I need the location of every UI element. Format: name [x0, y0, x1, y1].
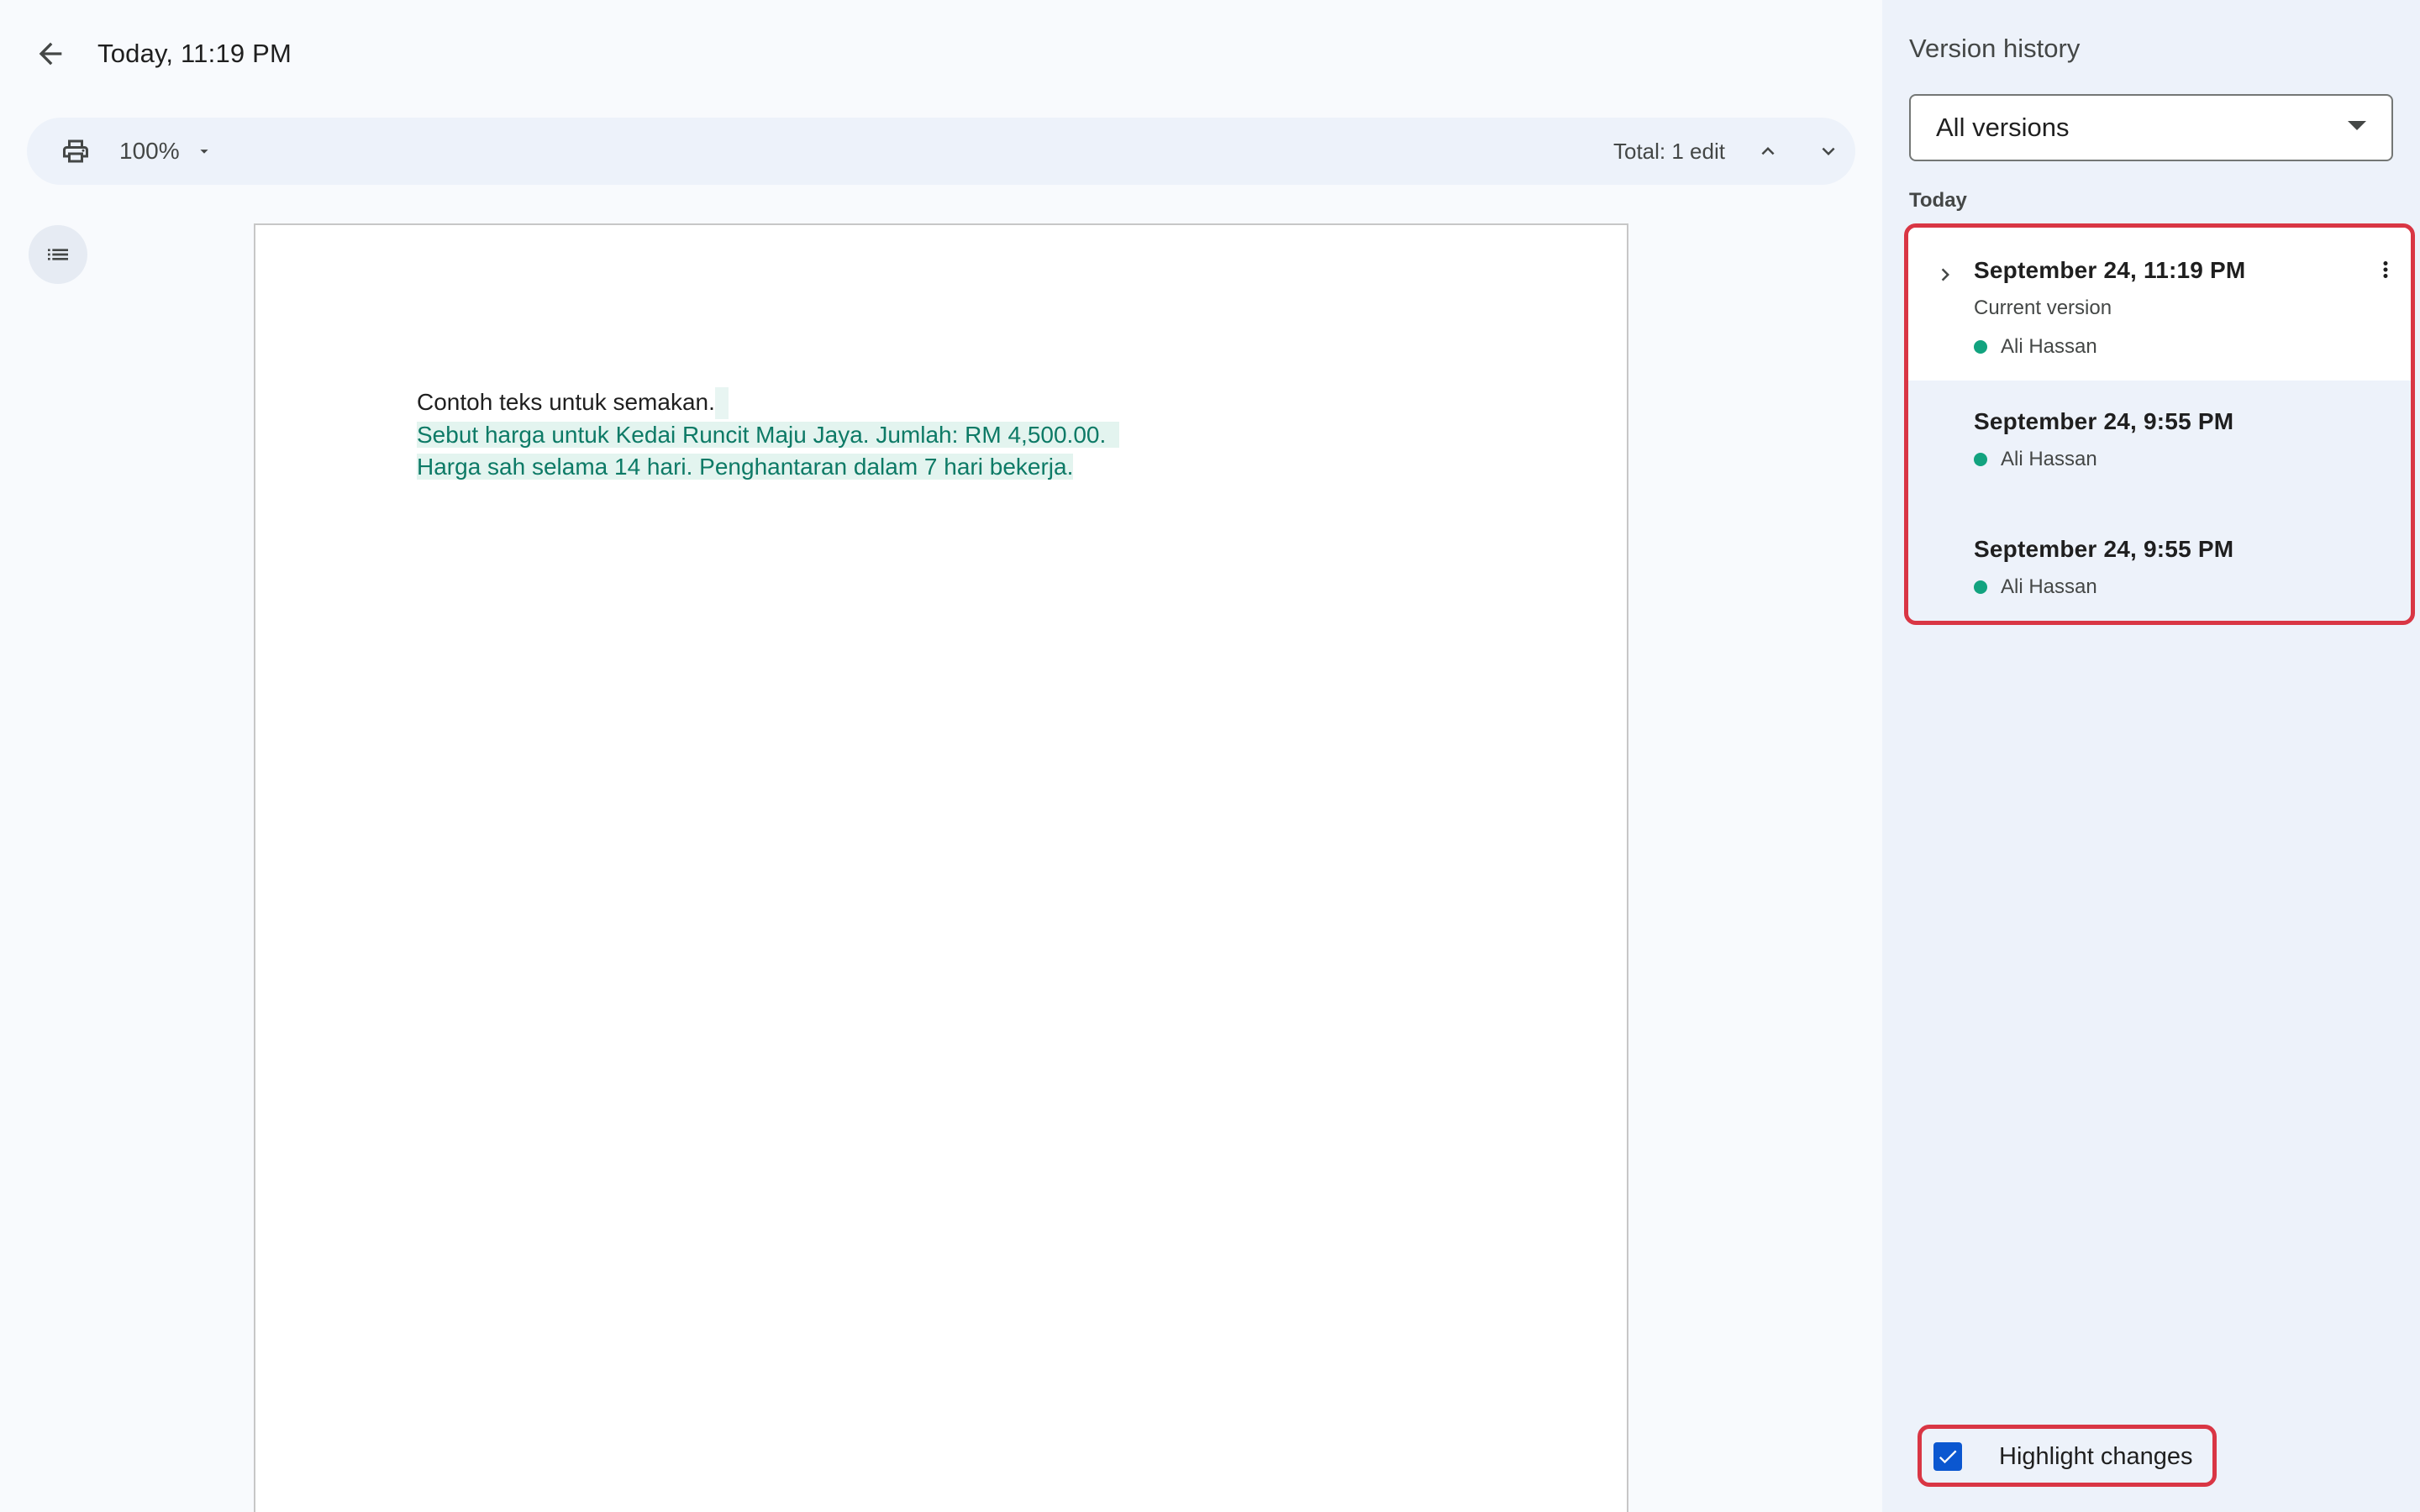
- added-text-line-3: Harga sah selama 14 hari. Penghantaran d…: [417, 454, 1074, 480]
- more-vert-icon: [2383, 261, 2388, 278]
- main-area: Today, 11:19 PM 100% Total: 1 edit Conto…: [0, 0, 1882, 1512]
- filter-value: All versions: [1936, 113, 2070, 142]
- version-author: Ali Hassan: [1974, 333, 2097, 360]
- previous-edit-button[interactable]: [1744, 128, 1791, 175]
- list-icon: [48, 249, 68, 260]
- document-line: Sebut harga untuk Kedai Runcit Maju Jaya…: [417, 419, 1341, 452]
- printer-icon: [63, 139, 88, 163]
- toolbar: 100% Total: 1 edit: [27, 118, 1855, 185]
- versions-list: September 24, 11:19 PM Current version A…: [1904, 223, 2415, 625]
- added-text-line-2: Sebut harga untuk Kedai Runcit Maju Jaya…: [417, 421, 1120, 448]
- caret-down-icon: [200, 150, 208, 154]
- version-item-current[interactable]: September 24, 11:19 PM Current version A…: [1908, 228, 2411, 381]
- total-edits: Total: 1 edit: [1613, 139, 1725, 164]
- group-label-today: Today: [1909, 189, 1967, 212]
- document-body: Contoh teks untuk semakan. Sebut harga u…: [417, 386, 1341, 484]
- author-name: Ali Hassan: [2001, 335, 2097, 358]
- author-color-dot: [1974, 580, 1987, 594]
- version-date: September 24, 9:55 PM: [1974, 536, 2234, 562]
- check-icon: [1939, 1450, 1957, 1464]
- chevron-right-icon: [1941, 268, 1949, 281]
- caret-down-icon: [2348, 121, 2366, 130]
- expand-version-button[interactable]: [1928, 258, 1962, 291]
- document-line: Contoh teks untuk semakan.: [417, 386, 1341, 419]
- highlight-changes-toggle[interactable]: Highlight changes: [1918, 1425, 2217, 1487]
- version-date: September 24, 9:55 PM: [1974, 408, 2234, 434]
- page-title: Today, 11:19 PM: [97, 39, 292, 68]
- version-item[interactable]: September 24, 9:55 PM Ali Hassan: [1908, 508, 2411, 621]
- top-bar: Today, 11:19 PM: [0, 0, 1882, 108]
- version-date: September 24, 11:19 PM: [1974, 257, 2246, 283]
- version-history-panel: Version history All versions Today Septe…: [1882, 0, 2420, 1512]
- author-color-dot: [1974, 453, 1987, 466]
- more-actions-button[interactable]: [2369, 251, 2402, 288]
- next-edit-button[interactable]: [1805, 128, 1852, 175]
- chevron-up-icon: [1761, 147, 1775, 155]
- highlight-changes-label: Highlight changes: [1999, 1443, 2193, 1470]
- version-history-app: Today, 11:19 PM 100% Total: 1 edit Conto…: [0, 0, 2420, 1512]
- zoom-value: 100%: [119, 138, 180, 164]
- arrow-left-icon: [39, 42, 62, 66]
- document-page: Contoh teks untuk semakan. Sebut harga u…: [254, 223, 1628, 1512]
- current-version-label: Current version: [1974, 297, 2112, 319]
- back-button[interactable]: [25, 29, 76, 79]
- version-item[interactable]: September 24, 9:55 PM Ali Hassan: [1908, 381, 2411, 508]
- document-outline-button[interactable]: [29, 225, 87, 284]
- document-line-1: Contoh teks untuk semakan.: [417, 389, 715, 415]
- print-button[interactable]: [52, 128, 99, 175]
- version-author: Ali Hassan: [1974, 446, 2097, 473]
- author-name: Ali Hassan: [2001, 575, 2097, 598]
- author-color-dot: [1974, 340, 1987, 354]
- version-author: Ali Hassan: [1974, 574, 2097, 601]
- author-name: Ali Hassan: [2001, 448, 2097, 470]
- zoom-select[interactable]: 100%: [109, 129, 224, 173]
- document-line: Harga sah selama 14 hari. Penghantaran d…: [417, 451, 1341, 484]
- versions-filter-dropdown[interactable]: All versions: [1909, 94, 2393, 161]
- chevron-down-icon: [1822, 147, 1835, 155]
- highlight-changes-checkbox[interactable]: [1933, 1442, 1962, 1471]
- panel-title: Version history: [1909, 34, 2081, 63]
- insertion-marker: [714, 386, 729, 419]
